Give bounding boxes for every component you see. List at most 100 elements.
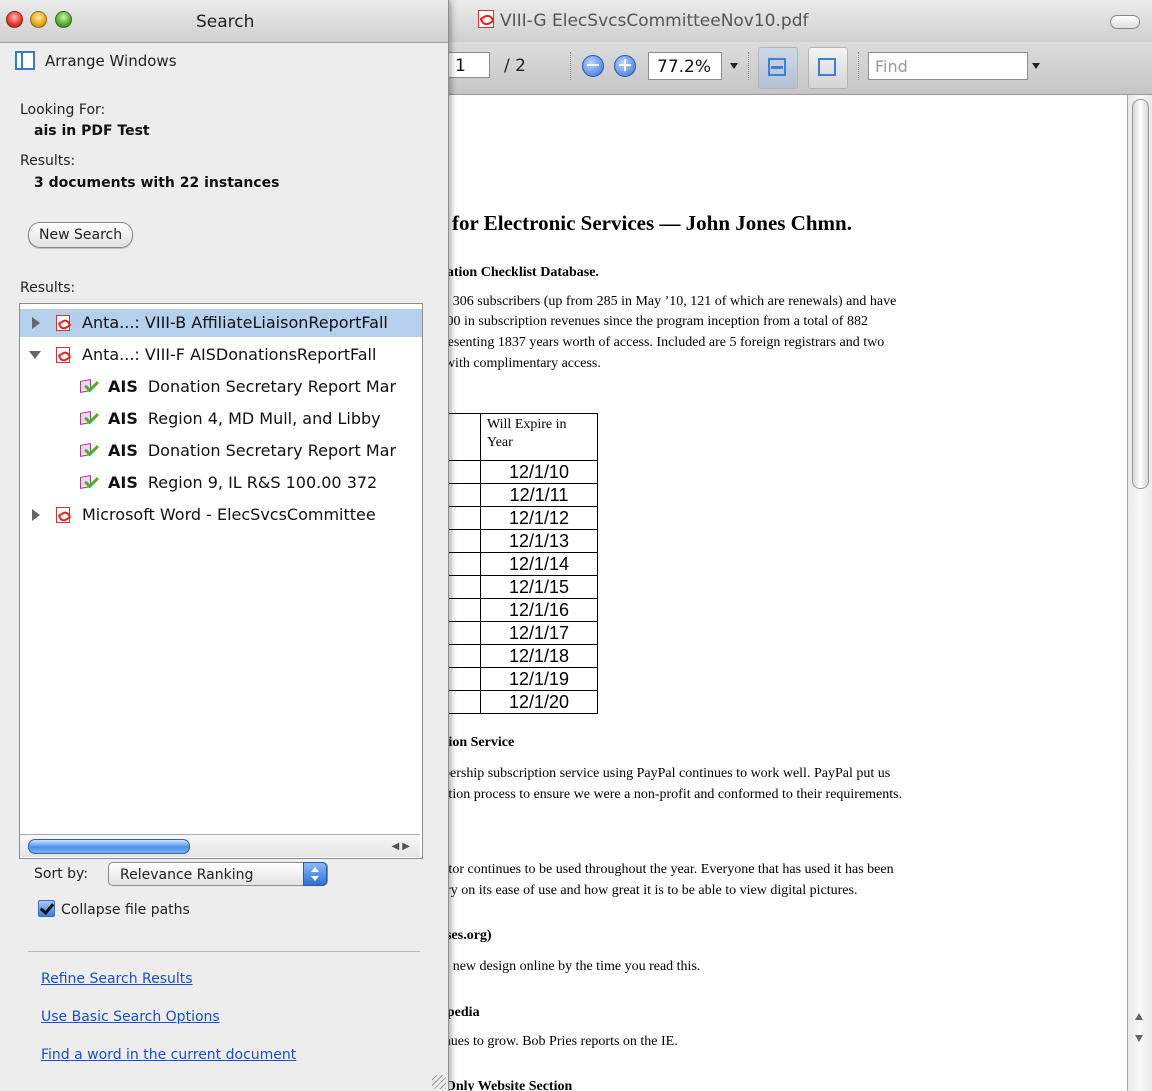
- minimize-window-button[interactable]: [30, 11, 47, 28]
- toolbar-separator: [858, 52, 859, 80]
- refine-search-link[interactable]: Refine Search Results: [41, 971, 193, 987]
- pdf-text-line: ve 306 subscribers (up from 285 in May ’…: [436, 294, 897, 309]
- results-list-label: Results:: [20, 280, 76, 296]
- zoom-out-button[interactable]: [582, 55, 604, 77]
- disclosure-open-icon[interactable]: [29, 351, 41, 359]
- disclosure-closed-icon[interactable]: [32, 317, 40, 329]
- find-word-link[interactable]: Find a word in the current document: [41, 1047, 296, 1063]
- collapse-file-paths-checkbox[interactable]: Collapse file paths: [38, 900, 190, 918]
- scrollbar-thumb[interactable]: [28, 839, 190, 854]
- sort-by-select[interactable]: Relevance Ranking: [108, 862, 328, 886]
- result-hit-text: AIS Donation Secretary Report Mar: [108, 437, 396, 465]
- result-document-row[interactable]: Anta...: VIII-B AffiliateLiaisonReportFa…: [20, 309, 422, 337]
- expiry-date-cell: 12/1/20: [480, 690, 598, 714]
- table-row: 12/1/11: [436, 483, 598, 507]
- results-summary-label: Results:: [20, 153, 76, 169]
- hit-context: Region 9, IL R&S 100.00 372: [147, 473, 378, 492]
- page-total: / 2: [504, 56, 526, 76]
- pdf-text-line: 7.00 in subscription revenues since the …: [436, 314, 868, 329]
- scroll-up-icon[interactable]: [1135, 1013, 1143, 1020]
- search-title: Search: [196, 12, 255, 32]
- expiry-date-cell: 12/1/10: [480, 460, 598, 484]
- arrange-windows-button[interactable]: Arrange Windows: [15, 51, 177, 70]
- zoom-level-field[interactable]: 77.2%: [648, 52, 722, 80]
- result-hit-text: AIS Donation Secretary Report Mar: [108, 373, 396, 401]
- toolbar-toggle-button[interactable]: [1110, 15, 1140, 29]
- hit-term: AIS: [108, 409, 138, 428]
- scroll-arrows-icon[interactable]: ◀ ▶: [391, 841, 410, 852]
- expiry-date-cell: 12/1/13: [480, 529, 598, 553]
- scroll-down-icon[interactable]: [1135, 1035, 1143, 1042]
- pdf-text-line: nbership subscription service using PayP…: [436, 766, 891, 781]
- result-hit-row[interactable]: AIS Donation Secretary Report Mar: [20, 373, 422, 401]
- new-search-button[interactable]: New Search: [28, 222, 134, 248]
- table-header-row: frs Will Expire inYear: [436, 413, 598, 461]
- divider: [28, 951, 420, 952]
- hit-context: Donation Secretary Report Mar: [147, 441, 397, 460]
- pdf-text-line: tinues to grow. Bob Pries reports on the…: [436, 1034, 678, 1049]
- search-titlebar[interactable]: Search: [0, 0, 448, 43]
- table-header-right: Will Expire in Year: [480, 413, 598, 461]
- result-hit-row[interactable]: AIS Region 9, IL R&S 100.00 372: [20, 469, 422, 497]
- pdf-file-icon: [478, 10, 494, 28]
- expiry-table: frs Will Expire inYear 12/1/1012/1/1112/…: [436, 413, 598, 714]
- disclosure-closed-icon[interactable]: [32, 509, 40, 521]
- search-hit-icon: [80, 442, 96, 458]
- table-row: 12/1/19: [436, 667, 598, 691]
- results-list[interactable]: Anta...: VIII-B AffiliateLiaisonReportFa…: [19, 303, 423, 859]
- zoom-in-button[interactable]: [614, 55, 636, 77]
- result-document-row[interactable]: Anta...: VIII-F AISDonationsReportFall: [20, 341, 422, 369]
- result-document-name: Anta...: VIII-B AffiliateLiaisonReportFa…: [82, 313, 388, 332]
- search-hit-icon: [80, 410, 96, 426]
- toolbar-separator: [570, 52, 571, 80]
- checkbox-checked-icon[interactable]: [38, 900, 55, 917]
- hit-term: AIS: [108, 473, 138, 492]
- results-horizontal-scrollbar[interactable]: ◀ ▶: [20, 834, 420, 857]
- zoom-dropdown-icon[interactable]: [730, 63, 738, 69]
- table-row: 12/1/13: [436, 529, 598, 553]
- table-row: 12/1/10: [436, 460, 598, 484]
- window-title-text: VIII-G ElecSvcsCommitteeNov10.pdf: [500, 11, 809, 31]
- expiry-date-cell: 12/1/19: [480, 667, 598, 691]
- result-hit-text: AIS Region 9, IL R&S 100.00 372: [108, 469, 377, 497]
- arrange-windows-label: Arrange Windows: [45, 52, 177, 70]
- pdf-text-line: presenting 1837 years worth of access. I…: [436, 335, 885, 350]
- result-hit-text: AIS Region 4, MD Mull, and Libby: [108, 405, 381, 433]
- zoom-window-button[interactable]: [55, 11, 72, 28]
- fit-width-icon: [768, 58, 786, 76]
- sort-by-label: Sort by:: [34, 866, 89, 882]
- fit-page-icon: [818, 58, 836, 76]
- find-dropdown-icon[interactable]: [1032, 63, 1040, 69]
- resize-grip-icon[interactable]: [432, 1075, 446, 1089]
- pdf-document-icon: [56, 315, 70, 331]
- table-row: 12/1/17: [436, 621, 598, 645]
- pdf-document-icon: [56, 347, 70, 363]
- result-hit-row[interactable]: AIS Region 4, MD Mull, and Libby: [20, 405, 422, 433]
- fit-page-button[interactable]: [808, 47, 848, 89]
- table-row: 12/1/16: [436, 598, 598, 622]
- result-hit-row[interactable]: AIS Donation Secretary Report Mar: [20, 437, 422, 465]
- expiry-date-cell: 12/1/12: [480, 506, 598, 530]
- looking-for-value: ais in PDF Test: [34, 123, 150, 139]
- page-number-field[interactable]: 1: [446, 52, 490, 78]
- fit-width-button[interactable]: [758, 47, 798, 89]
- hit-term: AIS: [108, 377, 138, 396]
- collapse-file-paths-label: Collapse file paths: [61, 902, 190, 918]
- basic-search-options-link[interactable]: Use Basic Search Options: [41, 1009, 220, 1025]
- pdf-text-line: he new design online by the time you rea…: [436, 959, 701, 974]
- select-stepper-icon[interactable]: [303, 862, 327, 886]
- table-row: 12/1/12: [436, 506, 598, 530]
- pdf-section-title: s Only Website Section: [436, 1079, 573, 1091]
- result-document-row[interactable]: Microsoft Word - ElecSvcsCommittee: [20, 501, 422, 529]
- expiry-date-cell: 12/1/16: [480, 598, 598, 622]
- close-window-button[interactable]: [6, 11, 23, 28]
- pdf-text-line: cation process to ensure we were a non-p…: [436, 787, 903, 802]
- expiry-date-cell: 12/1/17: [480, 621, 598, 645]
- results-summary-value: 3 documents with 22 instances: [34, 175, 280, 191]
- hit-context: Donation Secretary Report Mar: [147, 377, 397, 396]
- window-title: VIII-G ElecSvcsCommitteeNov10.pdf: [478, 10, 808, 31]
- find-input[interactable]: Find: [868, 52, 1028, 80]
- hit-term: AIS: [108, 441, 138, 460]
- vertical-scrollbar[interactable]: [1127, 95, 1152, 1091]
- scrollbar-thumb[interactable]: [1132, 99, 1149, 489]
